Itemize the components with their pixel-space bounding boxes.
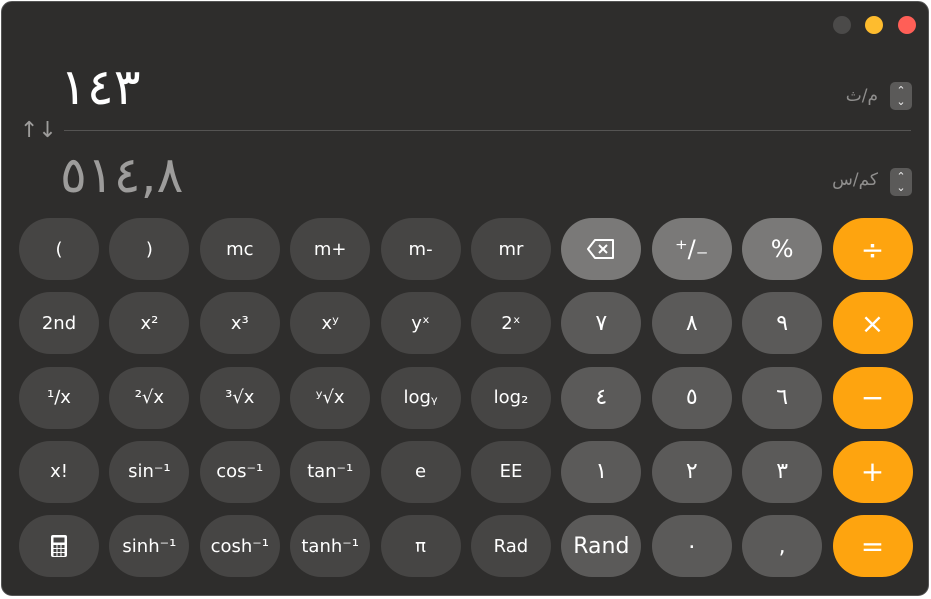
- key-button[interactable]: xʸ: [290, 292, 371, 355]
- key-button[interactable]: ³√x: [199, 366, 280, 429]
- key-button[interactable]: ): [109, 218, 190, 280]
- minimize-button[interactable]: [833, 16, 851, 34]
- key-button[interactable]: tan⁻¹: [290, 440, 371, 503]
- key-button[interactable]: e: [380, 440, 461, 503]
- swap-units-icon[interactable]: ↑↓: [20, 118, 57, 143]
- key-button[interactable]: yˣ: [380, 292, 461, 355]
- key-button[interactable]: ٠: [651, 515, 732, 578]
- key-button[interactable]: ٩: [742, 292, 823, 355]
- key-button[interactable]: ÷: [832, 218, 913, 280]
- key-button[interactable]: ʸ√x: [290, 366, 371, 429]
- key-button[interactable]: ٥: [651, 366, 732, 429]
- key-button[interactable]: ١: [561, 440, 642, 503]
- key-button[interactable]: mc: [199, 218, 280, 280]
- key-button[interactable]: 2ˣ: [470, 292, 551, 355]
- calculator-window: ١٤٣ م/ث ⌃ ⌄ ↑↓ ٥١٤,٨ كم/س ⌃ ⌄ () mc m+ m-mr ⁺∕…: [1, 1, 929, 596]
- input-unit-label[interactable]: م/ث: [846, 86, 878, 106]
- key-button[interactable]: Rad: [470, 515, 551, 578]
- input-unit-stepper[interactable]: ⌃ ⌄: [890, 82, 912, 110]
- key-button[interactable]: Rand: [561, 515, 642, 578]
- key-button[interactable]: ٨: [651, 292, 732, 355]
- key-button[interactable]: −: [832, 366, 913, 429]
- key-button[interactable]: ²√x: [109, 366, 190, 429]
- chevron-down-icon: ⌄: [896, 181, 906, 194]
- chevron-down-icon: ⌄: [896, 95, 906, 108]
- output-value: ٥١٤,٨: [60, 146, 184, 204]
- key-button[interactable]: ¹∕x: [19, 366, 99, 429]
- key-button[interactable]: logᵧ: [380, 366, 461, 429]
- key-button[interactable]: cos⁻¹: [199, 440, 280, 503]
- output-unit-label[interactable]: كم/س: [832, 170, 878, 190]
- calculator-icon: [50, 534, 68, 558]
- key-button[interactable]: ,: [742, 515, 823, 578]
- key-button[interactable]: π: [380, 515, 461, 578]
- zoom-button[interactable]: [865, 16, 883, 34]
- key-button[interactable]: mr: [470, 218, 551, 280]
- key-button[interactable]: +: [832, 440, 913, 503]
- backspace-icon: [586, 238, 616, 260]
- output-unit-stepper[interactable]: ⌃ ⌄: [890, 168, 912, 196]
- key-button[interactable]: sinh⁻¹: [109, 515, 190, 578]
- key-button[interactable]: %: [742, 218, 823, 280]
- key-button[interactable]: m-: [380, 218, 461, 280]
- key-button[interactable]: ⁺∕₋: [651, 218, 732, 280]
- key-button[interactable]: sin⁻¹: [109, 440, 190, 503]
- divider: [64, 130, 911, 131]
- key-button[interactable]: [19, 515, 99, 578]
- key-button[interactable]: tanh⁻¹: [290, 515, 371, 578]
- key-button[interactable]: x³: [199, 292, 280, 355]
- key-button[interactable]: ٣: [742, 440, 823, 503]
- input-value: ١٤٣: [60, 58, 141, 116]
- key-button[interactable]: =: [832, 515, 913, 578]
- key-button[interactable]: ٤: [561, 366, 642, 429]
- close-button[interactable]: [898, 16, 916, 34]
- keypad: () mc m+ m-mr ⁺∕₋% ÷ 2nd x² x³ xʸ yˣ 2ˣ ٧ ٨ ٩ × ¹∕x ²√x ³√…: [19, 218, 913, 578]
- key-button[interactable]: x!: [19, 440, 99, 503]
- key-button[interactable]: ×: [832, 292, 913, 355]
- key-button[interactable]: x²: [109, 292, 190, 355]
- key-button[interactable]: ٦: [742, 366, 823, 429]
- key-button[interactable]: ٢: [651, 440, 732, 503]
- key-button[interactable]: log₂: [470, 366, 551, 429]
- key-button[interactable]: EE: [470, 440, 551, 503]
- key-button[interactable]: (: [19, 218, 99, 280]
- key-button[interactable]: ٧: [561, 292, 642, 355]
- key-button[interactable]: [561, 218, 642, 280]
- key-button[interactable]: 2nd: [19, 292, 99, 355]
- key-button[interactable]: m+: [290, 218, 371, 280]
- key-button[interactable]: cosh⁻¹: [199, 515, 280, 578]
